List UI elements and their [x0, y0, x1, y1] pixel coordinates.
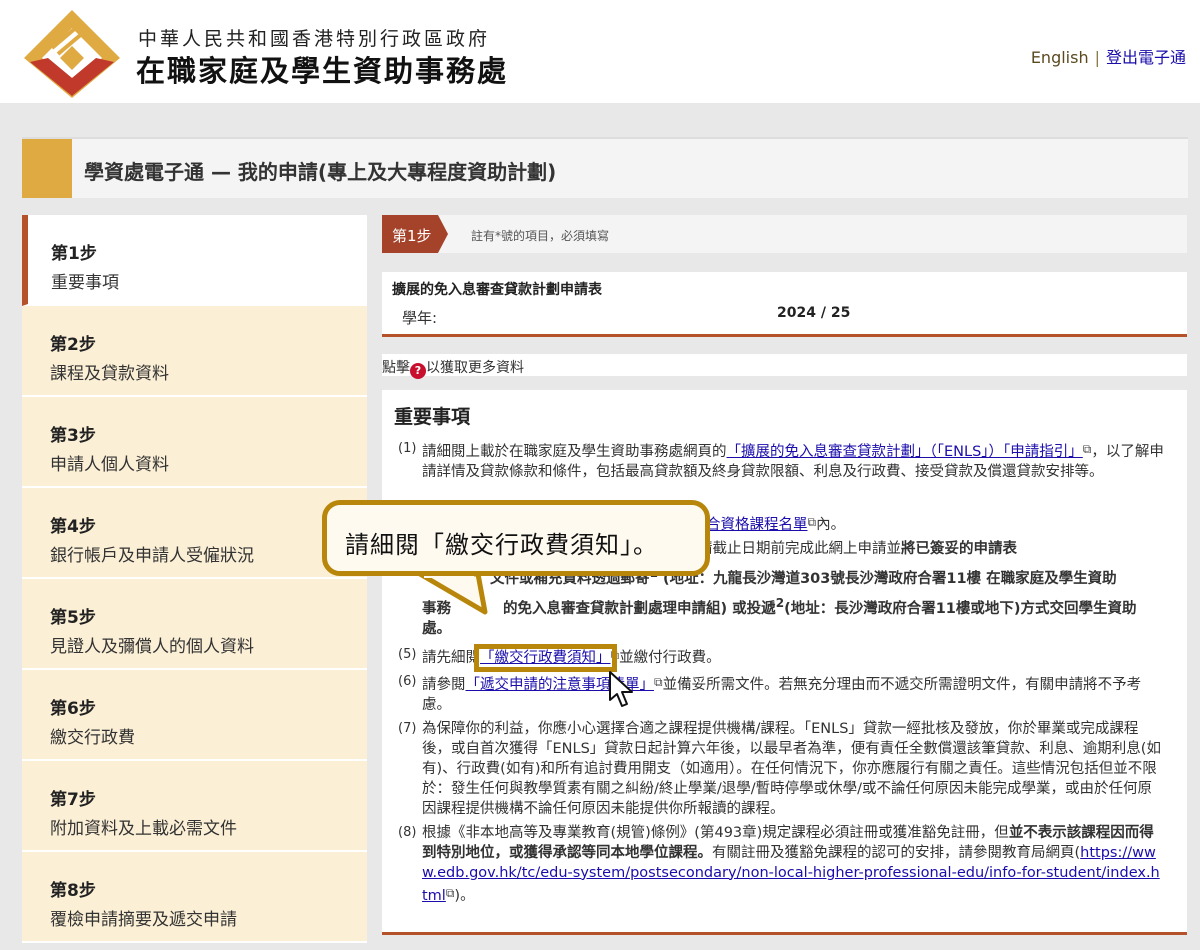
page-title: 學資處電子通 — 我的申請(專上及大專程度資助計劃) — [84, 160, 557, 184]
required-note: 註有*號的項目，必須填寫 — [471, 229, 610, 243]
item-number: (8) — [398, 824, 417, 840]
callout-text: 請細閱「繳交行政費須知」。 — [345, 531, 658, 559]
question-icon[interactable]: ? — [410, 363, 426, 379]
note-item-1: (1) 請細閱上載於在職家庭及學生資助事務處網頁的「擴展的免入息審查貸款計劃」（… — [394, 439, 1164, 482]
step-number: 第4步 — [50, 517, 96, 537]
item-number: (1) — [398, 441, 417, 456]
step-sidebar: 第1步重要事項 第2步課程及貸款資料 第3步申請人個人資料 第4步銀行帳戶及申請… — [22, 215, 367, 943]
note-item-8: (8) 根據《非本地高等及專業教育(規管)條例》(第493章)規定課程必須註冊或… — [394, 823, 1164, 906]
sidebar-step-5[interactable]: 第5步見證人及彌償人的個人資料 — [22, 579, 367, 670]
item-number: (5) — [398, 646, 417, 662]
item-bold: 事務 — [422, 600, 451, 617]
item-text: 請先細閱 — [422, 649, 480, 666]
step-name: 覆檢申請摘要及遞交申請 — [50, 910, 237, 930]
top-links: English | 登出電子通 — [1031, 44, 1186, 68]
step-number: 第3步 — [50, 426, 96, 446]
external-link-icon: ⧉ — [610, 647, 620, 662]
admin-fee-notes-link[interactable]: 「繳交行政費須知」 — [474, 643, 617, 672]
step-name: 見證人及彌償人的個人資料 — [50, 637, 254, 657]
tooltip-callout: 請細閱「繳交行政費須知」。 — [322, 500, 710, 576]
sidebar-step-4[interactable]: 第4步銀行帳戶及申請人受僱狀況 — [22, 488, 367, 579]
note-item-6: (6) 請參閱「遞交申請的注意事項清單」⧉並備妥所需文件。若無充分理由而不遞交所… — [394, 672, 1164, 715]
title-accent — [22, 139, 72, 198]
sidebar-step-8[interactable]: 第8步覆檢申請摘要及遞交申請 — [22, 852, 367, 943]
sidebar-step-6[interactable]: 第6步繳交行政費 — [22, 670, 367, 761]
mouse-pointer-icon — [609, 671, 633, 707]
step-indicator-bar: 第1步 註有*號的項目，必須填寫 — [382, 215, 1187, 253]
step-name: 銀行帳戶及申請人受僱狀況 — [50, 546, 254, 566]
external-link-icon: ⧉ — [807, 515, 817, 529]
form-info-box: 擴展的免入息審查貸款計劃申請表 學年: 2024 / 25 — [382, 272, 1187, 337]
external-link-icon: ⧉ — [654, 674, 663, 689]
important-notes-panel: 重要事項 (1) 請細閱上載於在職家庭及學生資助事務處網頁的「擴展的免入息審查貸… — [382, 390, 1187, 935]
step-badge: 第1步 — [382, 215, 438, 253]
step-number: 第5步 — [50, 608, 96, 628]
org-name-line2: 在職家庭及學生資助事務處 — [136, 54, 509, 88]
english-link[interactable]: English — [1031, 48, 1089, 67]
step-name: 附加資料及上載必需文件 — [50, 819, 237, 839]
step-number: 第8步 — [50, 881, 96, 901]
more-info-suffix: 以獲取更多資料 — [426, 360, 524, 376]
note-item-5: (5) 請先細閱「繳交行政費須知」⧉並繳付行政費。 — [394, 643, 1164, 672]
step-number: 第6步 — [50, 699, 96, 719]
item-text: 有關註冊及獲豁免課程的認可的安排，請參閱教育局網頁( — [712, 844, 1081, 861]
item-number: (7) — [398, 720, 417, 736]
item-text: 並繳付行政費。 — [619, 649, 721, 666]
item-bold: 將已簽妥的申請表 — [901, 541, 1017, 557]
item-text: )。 — [454, 887, 475, 904]
notes-heading: 重要事項 — [394, 406, 471, 428]
site-header: 中華人民共和國香港特別行政區政府 在職家庭及學生資助事務處 English | 登出… — [0, 0, 1200, 103]
item-bold: (地址：九龍長沙灣道303號長沙灣政府合署11樓 在職家庭及學生資助 — [662, 570, 1117, 587]
step-badge-arrow — [438, 215, 448, 253]
item-text: 請參閱 — [422, 676, 466, 693]
footnote-2: 2 — [775, 595, 785, 610]
note-item-7: (7) 為保障你的利益，你應小心選擇合適之課程提供機構/課程。「ENLS」貸款一… — [394, 719, 1164, 819]
sidebar-step-7[interactable]: 第7步附加資料及上載必需文件 — [22, 761, 367, 852]
item-bold: 的免入息審查貸款計劃處理申請組) 或投遞 — [503, 600, 776, 617]
academic-year-label: 學年: — [402, 309, 438, 327]
item-text: 請細閱上載於在職家庭及學生資助事務處網頁的 — [422, 444, 727, 460]
step-number: 第1步 — [51, 244, 97, 264]
step-name: 重要事項 — [51, 273, 119, 293]
step-name: 課程及貸款資料 — [50, 364, 169, 384]
step-name: 繳交行政費 — [50, 728, 135, 748]
item-number: (6) — [398, 673, 417, 689]
item-text: 內。 — [816, 517, 846, 533]
form-title: 擴展的免入息審查貸款計劃申請表 — [392, 282, 602, 298]
academic-year-value: 2024 / 25 — [777, 305, 851, 321]
item-text: 根據《非本地高等及專業教育(規管)條例》(第493章)規定課程必須註冊或獲准豁免… — [422, 824, 1009, 841]
step-number: 第2步 — [50, 335, 96, 355]
org-name-line1: 中華人民共和國香港特別行政區政府 — [138, 28, 491, 50]
more-info-bar: 點擊? 以獲取更多資料 — [382, 354, 1187, 379]
wfsfaa-logo — [24, 10, 120, 98]
sidebar-step-1[interactable]: 第1步重要事項 — [22, 215, 367, 306]
sidebar-step-3[interactable]: 第3步申請人個人資料 — [22, 397, 367, 488]
eligible-courses-link[interactable]: 合資格課程名單 — [706, 517, 808, 533]
step-number: 第7步 — [50, 790, 96, 810]
item-text: 為保障你的利益，你應小心選擇合適之課程提供機構/課程。「ENLS」貸款一經批核及… — [422, 720, 1161, 817]
note-item-4-line3: 事務 的免入息審查貸款計劃處理申請組) 或投遞2(地址：長沙灣政府合署11樓或地下… — [394, 593, 1164, 639]
more-info-prefix: 點擊 — [382, 360, 410, 376]
sidebar-step-2[interactable]: 第2步課程及貸款資料 — [22, 306, 367, 397]
step-name: 申請人個人資料 — [50, 455, 169, 475]
enls-guide-link[interactable]: 「擴展的免入息審查貸款計劃」（「ENLS」）「申請指引」 — [727, 444, 1083, 460]
page-title-bar: 學資處電子通 — 我的申請(專上及大專程度資助計劃) — [22, 137, 1188, 198]
link-separator: | — [1094, 48, 1100, 67]
logout-link[interactable]: 登出電子通 — [1106, 48, 1186, 67]
